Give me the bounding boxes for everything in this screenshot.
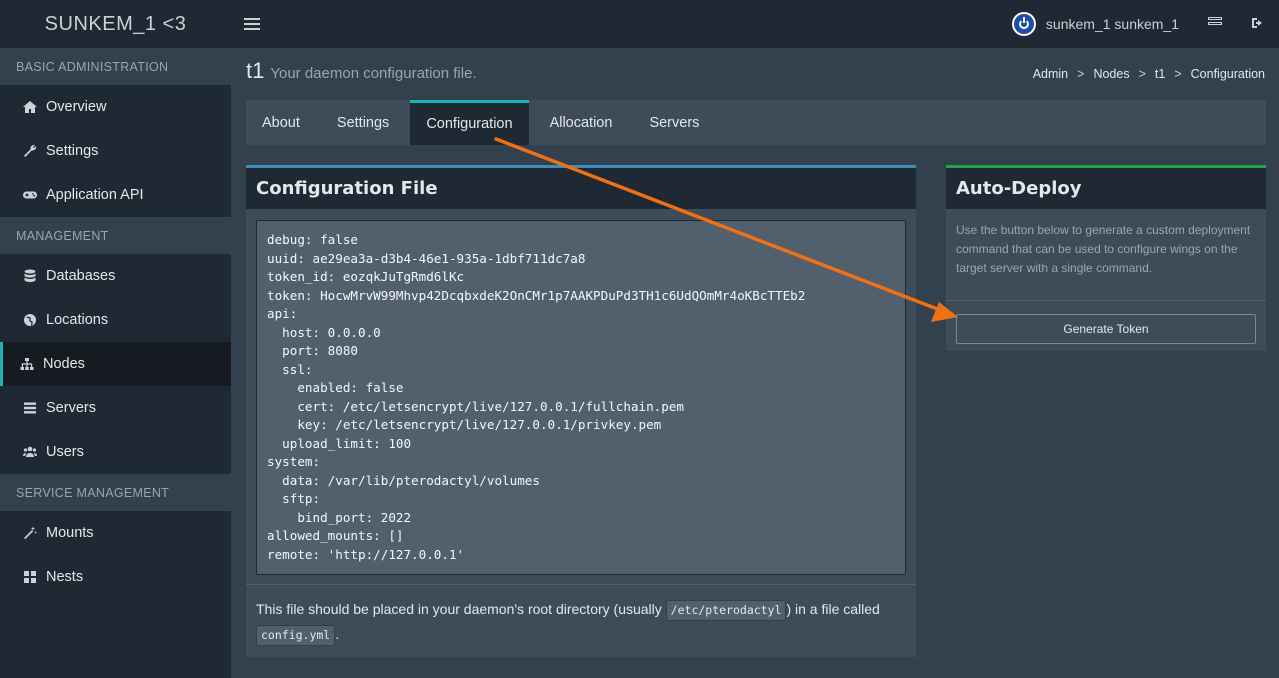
sidebar-item-servers[interactable]: Servers (0, 386, 231, 430)
sidebar-item-label: Locations (46, 312, 109, 328)
sidebar-item-databases[interactable]: Databases (0, 254, 231, 298)
config-code-block[interactable]: debug: false uuid: ae29ea3a-d3b4-46e1-93… (256, 220, 906, 575)
breadcrumb-current: Configuration (1190, 67, 1265, 81)
breadcrumb-admin[interactable]: Admin (1033, 67, 1068, 81)
sidebar-item-label: Overview (46, 99, 107, 115)
user-menu[interactable]: sunkem_1 sunkem_1 (1011, 12, 1179, 36)
breadcrumb-separator: > (1174, 67, 1182, 81)
sidebar-section-management: MANAGEMENT (0, 217, 231, 254)
sidebar-item-settings[interactable]: Settings (0, 129, 231, 173)
page-title: t1 Your daemon configuration file. (246, 58, 477, 84)
panel-title: Auto-Deploy (946, 168, 1266, 209)
sidebar-item-label: Mounts (46, 525, 94, 541)
sidebar-item-label: Servers (46, 400, 96, 416)
panel-title: Configuration File (246, 168, 916, 209)
breadcrumb: Admin > Nodes > t1 > Configuration (1033, 67, 1265, 81)
sidebar-item-locations[interactable]: Locations (0, 298, 231, 342)
node-name: t1 (246, 58, 265, 83)
config-path-code: /etc/pterodactyl (665, 600, 787, 621)
page-subtitle: Your daemon configuration file. (270, 65, 477, 82)
sidebar-item-nodes[interactable]: Nodes (0, 342, 231, 386)
tab-settings[interactable]: Settings (321, 100, 405, 145)
sidebar-item-label: Settings (46, 143, 99, 159)
instructions-text: ) in a file called (786, 601, 880, 617)
breadcrumb-separator: > (1077, 67, 1085, 81)
sidebar-toggle-icon[interactable] (244, 15, 260, 33)
breadcrumb-separator: > (1138, 67, 1146, 81)
database-icon (22, 269, 37, 283)
sidebar-section-service: SERVICE MANAGEMENT (0, 474, 231, 511)
sidebar-item-users[interactable]: Users (0, 430, 231, 474)
config-file-code: config.yml (256, 625, 336, 646)
sidebar-item-label: Databases (46, 268, 116, 284)
brand-logo[interactable]: SUNKEM_1 <3 (0, 0, 231, 48)
home-icon (22, 100, 37, 114)
grid-icon (22, 570, 37, 584)
top-navbar: SUNKEM_1 <3 sunkem_1 sunkem_1 (0, 0, 1279, 48)
sidebar: BASIC ADMINISTRATION Overview Settings A… (0, 48, 231, 678)
sidebar-item-overview[interactable]: Overview (0, 85, 231, 129)
tab-servers[interactable]: Servers (633, 100, 715, 145)
server-icon[interactable] (1208, 17, 1222, 29)
list-icon (22, 401, 37, 415)
tab-allocation[interactable]: Allocation (534, 100, 629, 145)
breadcrumb-node[interactable]: t1 (1155, 67, 1165, 81)
instructions-text: This file should be placed in your daemo… (256, 601, 666, 617)
username[interactable]: sunkem_1 sunkem_1 (1046, 16, 1179, 32)
users-icon (22, 445, 37, 459)
breadcrumb-nodes[interactable]: Nodes (1093, 67, 1129, 81)
wrench-icon (22, 144, 37, 158)
globe-icon (22, 313, 37, 327)
sidebar-item-mounts[interactable]: Mounts (0, 511, 231, 555)
generate-token-button[interactable]: Generate Token (956, 314, 1256, 344)
sidebar-section-basic: BASIC ADMINISTRATION (0, 48, 231, 85)
logout-icon[interactable] (1251, 17, 1264, 29)
sidebar-item-nests[interactable]: Nests (0, 555, 231, 599)
sidebar-item-label: Application API (46, 187, 144, 203)
sidebar-item-label: Users (46, 444, 84, 460)
configuration-file-panel: Configuration File debug: false uuid: ae… (246, 165, 916, 657)
avatar (1011, 12, 1036, 36)
sidebar-item-label: Nests (46, 569, 84, 585)
node-tabs: About Settings Configuration Allocation … (246, 100, 1266, 145)
tab-configuration[interactable]: Configuration (410, 100, 529, 145)
auto-deploy-panel: Auto-Deploy Use the button below to gene… (946, 165, 1266, 351)
sidebar-item-application-api[interactable]: Application API (0, 173, 231, 217)
magic-icon (22, 526, 37, 540)
sitemap-icon (19, 357, 34, 371)
sidebar-item-label: Nodes (43, 356, 85, 372)
tab-about[interactable]: About (246, 100, 316, 145)
auto-deploy-description: Use the button below to generate a custo… (946, 209, 1266, 301)
power-icon (1018, 17, 1029, 29)
instructions-text: . (335, 626, 340, 642)
config-instructions: This file should be placed in your daemo… (246, 584, 916, 659)
gamepad-icon (22, 188, 37, 202)
